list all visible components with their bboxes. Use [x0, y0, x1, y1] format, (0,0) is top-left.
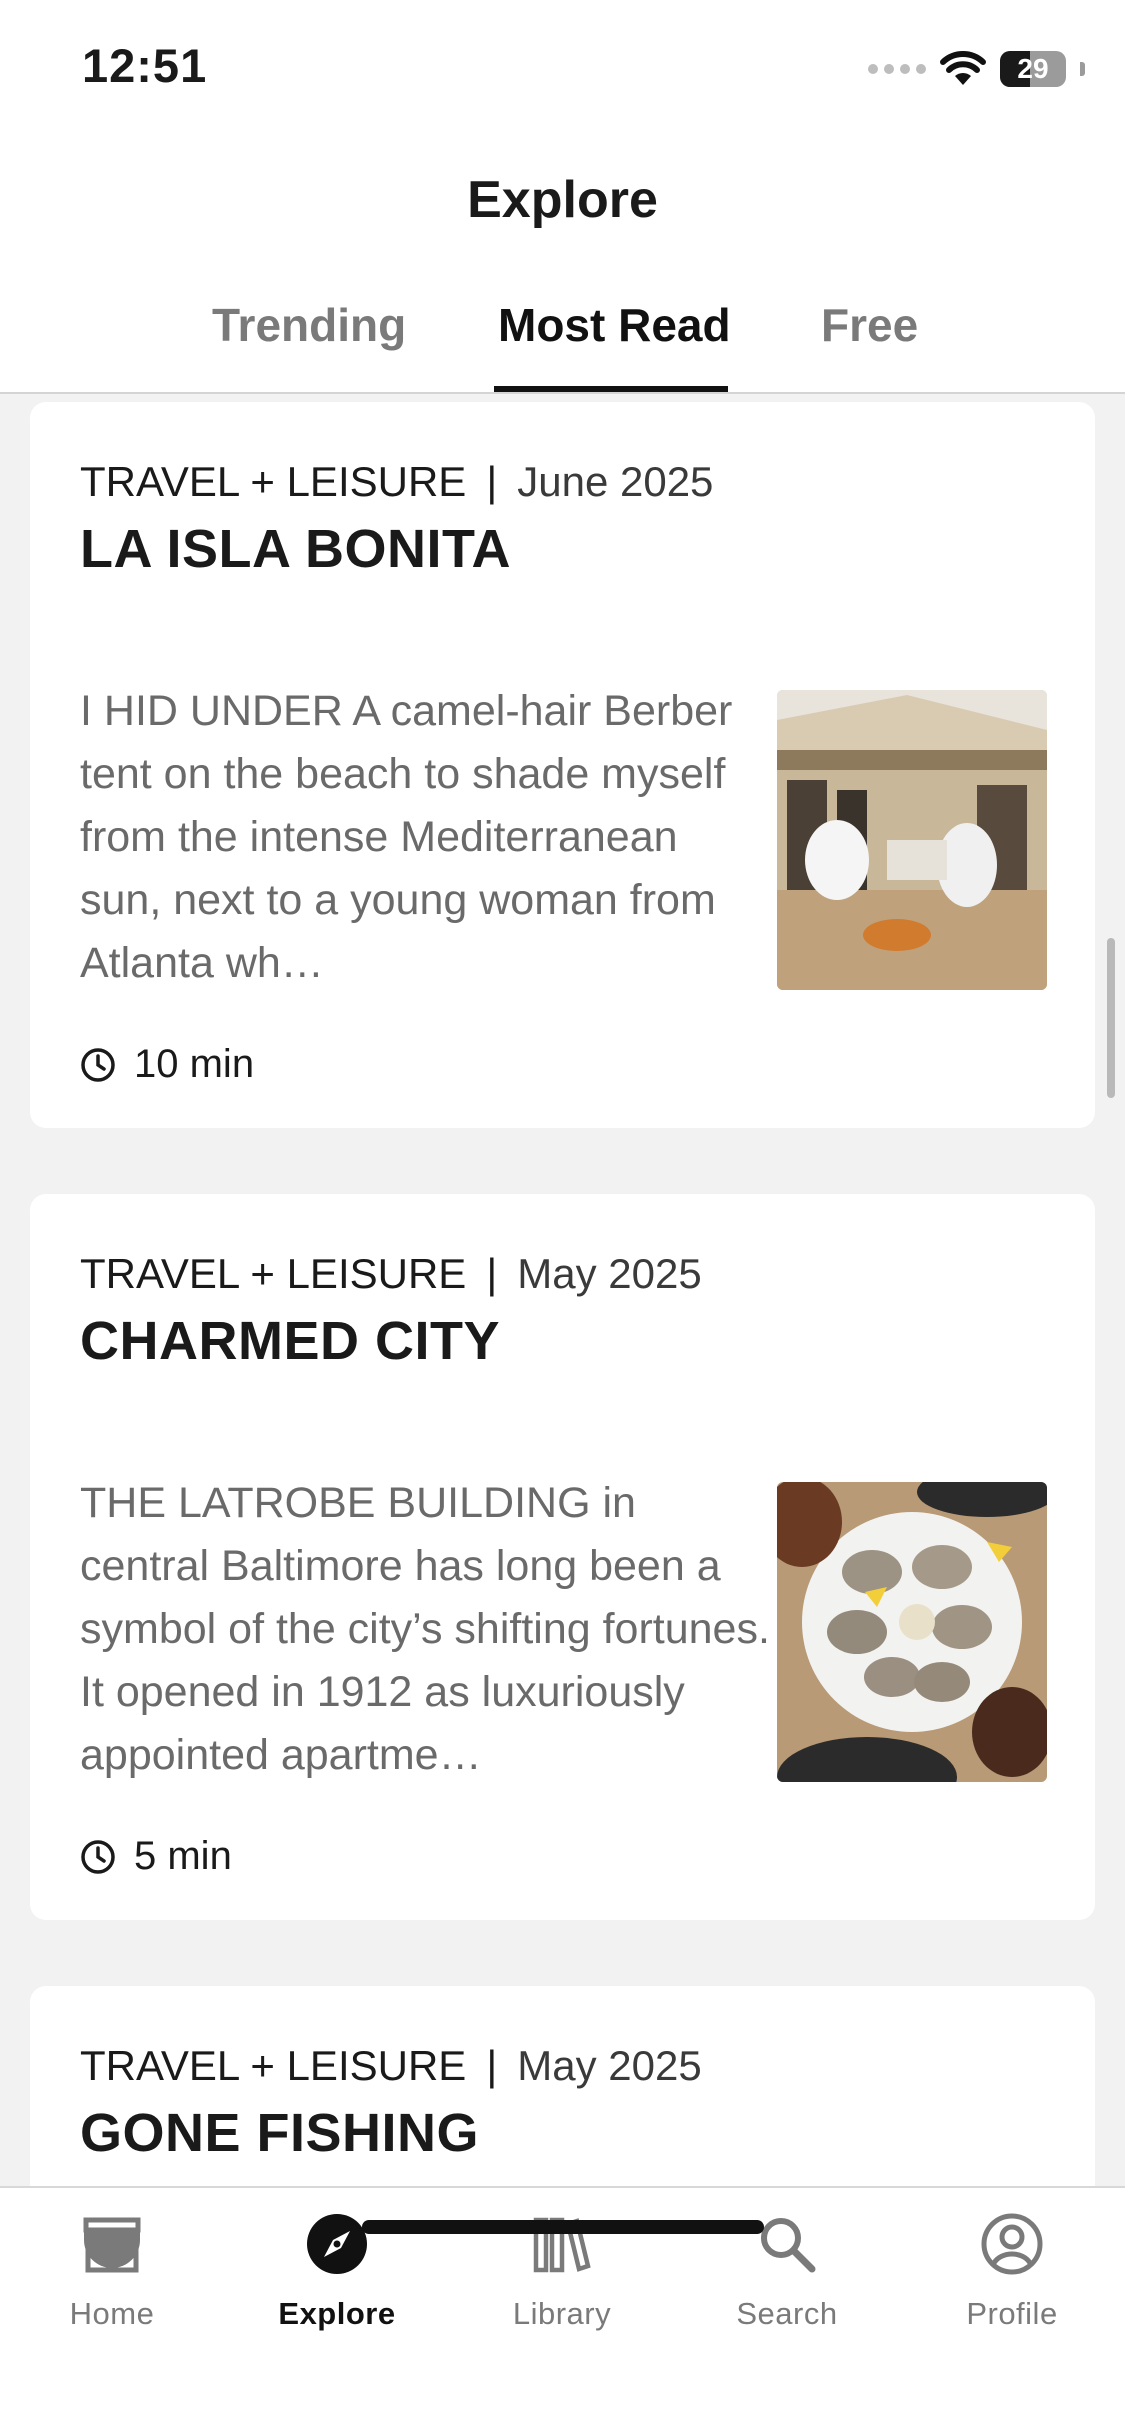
article-thumbnail [777, 690, 1047, 990]
explore-header: Explore Trending Most Read Free [0, 140, 1125, 394]
status-bar: 12:51 29 [0, 0, 1125, 140]
clock-icon [81, 1839, 115, 1874]
publication-name: TRAVEL + LEISURE [80, 1250, 467, 1297]
article-thumbnail [777, 1482, 1047, 1782]
article-excerpt: THE LATROBE BUILDING in central Baltimor… [80, 1479, 770, 1779]
profile-icon [976, 2208, 1048, 2280]
scrollbar[interactable] [1107, 938, 1115, 1098]
cellular-signal-icon [868, 64, 926, 74]
issue-date: May 2025 [517, 2042, 702, 2089]
books-icon [526, 2208, 598, 2280]
nav-label: Search [736, 2296, 838, 2331]
tab-most-read[interactable]: Most Read [498, 298, 731, 352]
read-time-label: 10 min [134, 1042, 255, 1086]
issue-date: June 2025 [517, 458, 714, 505]
read-time-label: 5 min [134, 1834, 232, 1878]
nav-label: Library [512, 2296, 612, 2331]
home-indicator[interactable] [362, 2220, 764, 2234]
nav-label: Profile [966, 2296, 1058, 2331]
nav-home[interactable]: Home [12, 2208, 212, 2332]
wifi-icon [940, 51, 986, 85]
article-feed[interactable]: TRAVEL + LEISURE | June 2025 LA ISLA BONIT… [0, 394, 1125, 2186]
article-title: LA ISLA BONITA [80, 519, 511, 579]
clock-icon [81, 1047, 115, 1082]
article-card[interactable]: TRAVEL + LEISURE | May 2025 CHARMED CITY T… [30, 1194, 1095, 1920]
read-time: 5 min [80, 1834, 232, 1879]
publication-name: TRAVEL + LEISURE [80, 2042, 467, 2089]
tab-free[interactable]: Free [821, 298, 918, 352]
status-time: 12:51 [82, 39, 208, 92]
article-meta: TRAVEL + LEISURE | May 2025 [80, 2042, 702, 2089]
article-card[interactable]: TRAVEL + LEISURE | June 2025 LA ISLA BONIT… [30, 402, 1095, 1128]
status-icons: 29 [868, 44, 1085, 94]
issue-date: May 2025 [517, 1250, 702, 1297]
search-icon [751, 2208, 823, 2280]
nav-label: Explore [278, 2296, 396, 2331]
article-meta: TRAVEL + LEISURE | June 2025 [80, 458, 714, 505]
compass-icon [301, 2208, 373, 2280]
article-title: GONE FISHING [80, 2103, 480, 2163]
store-icon [76, 2208, 148, 2280]
tab-trending[interactable]: Trending [212, 298, 406, 352]
battery-level: 29 [1017, 53, 1049, 84]
article-meta: TRAVEL + LEISURE | May 2025 [80, 1250, 702, 1297]
article-excerpt: I HID UNDER A camel-hair Berber tent on … [80, 687, 733, 987]
nav-profile[interactable]: Profile [912, 2208, 1112, 2332]
page-title: Explore [467, 171, 658, 229]
publication-name: TRAVEL + LEISURE [80, 458, 467, 505]
battery-icon: 29 [1000, 51, 1066, 87]
read-time: 10 min [80, 1042, 254, 1087]
article-title: CHARMED CITY [80, 1311, 500, 1371]
nav-label: Home [69, 2296, 155, 2331]
article-card[interactable]: TRAVEL + LEISURE | May 2025 GONE FISHING [30, 1986, 1095, 2186]
